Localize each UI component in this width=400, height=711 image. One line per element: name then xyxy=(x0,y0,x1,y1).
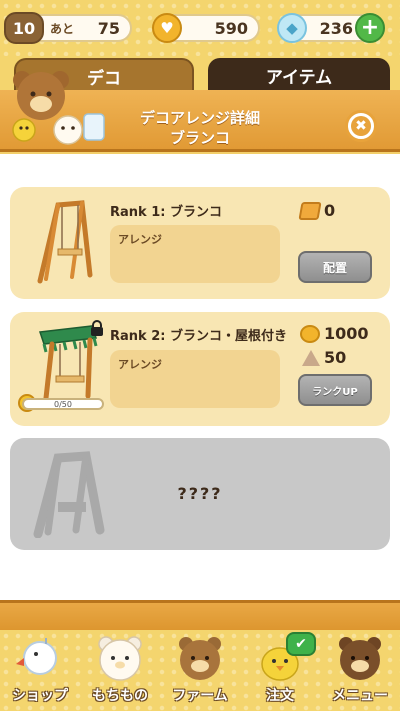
wood-icon xyxy=(298,201,322,220)
bear-face-icon xyxy=(339,637,381,680)
unlock-progress-bar: 0/50 xyxy=(22,398,104,410)
check-badge-symbol: ✔ xyxy=(295,636,307,652)
nav-orders[interactable]: ✔ 注文 xyxy=(240,630,320,711)
coin-icon xyxy=(300,324,320,343)
swing-icon xyxy=(37,200,93,284)
rank-card-2: 0/50 Rank 2: ブランコ・屋根付き アレンジ 1000 50 ランクU… xyxy=(10,312,390,426)
rank-1-wood-cost: 0 xyxy=(298,201,336,220)
rank-2-material-value: 50 xyxy=(324,348,347,367)
nav-farm-label: ファーム xyxy=(172,688,228,704)
nav-farm[interactable]: ファーム xyxy=(160,630,240,711)
plus-icon: + xyxy=(360,15,380,40)
lock-icon xyxy=(91,320,103,336)
rank-list: Rank 1: ブランコ アレンジ 0 配置 0/50 Rank 2: ブランコ… xyxy=(0,154,400,600)
remaining-label: あと xyxy=(50,21,75,36)
gem-icon: ◆ xyxy=(277,13,307,43)
place-button[interactable]: 配置 xyxy=(298,251,372,283)
rank-2-coin-cost: 1000 xyxy=(300,324,369,343)
check-badge-icon: ✔ xyxy=(286,632,316,656)
gem-pill: ◆ 236 + xyxy=(277,13,385,43)
nav-menu-label: メニュー xyxy=(332,688,388,704)
rank-up-button[interactable]: ランクUP xyxy=(298,374,372,406)
bear-characters-icon xyxy=(12,71,105,145)
rank-2-title: Rank 2: ブランコ・屋根付き xyxy=(110,329,287,344)
brown-bear-icon xyxy=(179,637,221,680)
level-badge: 10 xyxy=(4,12,44,44)
nav-inventory-label: もちもの xyxy=(92,688,148,704)
bottom-nav: ショップ もちもの ファーム ✔ 注文 メニュー xyxy=(0,630,400,711)
coin-icon: ♥ xyxy=(152,13,182,43)
unknown-rank-title: ???? xyxy=(177,484,223,503)
rank-2-arrange-box: アレンジ xyxy=(110,350,280,408)
add-gems-button[interactable]: + xyxy=(355,13,385,43)
nav-shop[interactable]: ショップ xyxy=(0,630,80,711)
swing-with-roof-icon xyxy=(38,325,98,401)
rank-card-3-locked: ???? xyxy=(10,438,390,550)
gem-value: 236 xyxy=(319,18,353,38)
rank-1-arrange-label: アレンジ xyxy=(118,233,162,246)
coin-value: 590 xyxy=(214,18,248,38)
tab-item-label: アイテム xyxy=(265,67,333,88)
status-bar: 10 あと 75 ♥ 590 ◆ 236 + xyxy=(0,0,400,56)
nav-inventory[interactable]: もちもの xyxy=(80,630,160,711)
chick-character-icon xyxy=(16,638,57,675)
rank-2-coin-value: 1000 xyxy=(324,324,369,343)
coin-pill: ♥ 590 xyxy=(152,13,260,43)
tab-item[interactable]: アイテム xyxy=(208,58,390,92)
close-button[interactable]: ✖ xyxy=(345,110,377,142)
nav-menu[interactable]: メニュー xyxy=(320,630,400,711)
material-icon xyxy=(302,349,320,366)
rank-1-title: Rank 1: ブランコ xyxy=(110,205,222,220)
rank-card-1: Rank 1: ブランコ アレンジ 0 配置 xyxy=(10,187,390,299)
rank-1-arrange-box: アレンジ xyxy=(110,225,280,283)
rank-2-arrange-label: アレンジ xyxy=(118,358,162,371)
nav-orders-label: 注文 xyxy=(266,688,294,704)
nav-shop-label: ショップ xyxy=(12,688,68,704)
close-icon: ✖ xyxy=(351,116,371,136)
place-button-label: 配置 xyxy=(322,260,347,275)
unlock-progress-text: 0/50 xyxy=(54,400,72,409)
rank-up-button-label: ランクUP xyxy=(312,386,358,398)
white-bear-icon xyxy=(98,636,142,681)
footer-wood xyxy=(0,600,400,630)
rank-1-wood-value: 0 xyxy=(324,201,336,220)
rank-2-material-cost: 50 xyxy=(302,348,346,367)
remaining-value: 75 xyxy=(97,18,120,38)
level-value: 10 xyxy=(12,18,36,38)
level-pill: 10 あと 75 xyxy=(4,12,132,44)
